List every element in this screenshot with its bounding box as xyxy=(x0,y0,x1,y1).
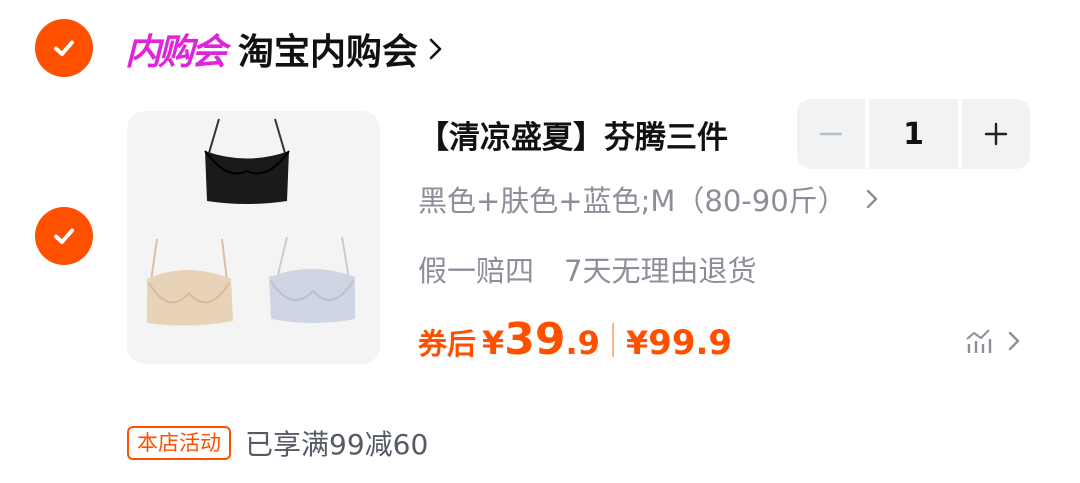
shop-name: 淘宝内购会 xyxy=(238,32,419,73)
original-price-currency: ¥ xyxy=(625,324,649,362)
increase-quantity-button[interactable] xyxy=(962,99,1030,169)
quantity-stepper: 1 xyxy=(797,99,1034,169)
service-tag: 7天无理由退货 xyxy=(564,254,757,288)
price-row: 券后 ¥ 39 .9 ¥ 99.9 xyxy=(418,314,732,365)
plus-icon xyxy=(984,122,1008,146)
sku-selector[interactable]: 黑色+肤色+蓝色;M（80-90斤） xyxy=(418,178,879,220)
price-divider xyxy=(611,322,614,357)
chevron-right-icon xyxy=(866,189,877,209)
blue-bra-image xyxy=(269,236,355,323)
promotion-badge: 本店活动 xyxy=(127,426,231,460)
chevron-right-icon xyxy=(429,38,442,60)
price-currency: ¥ xyxy=(482,324,505,362)
item-select-checkbox[interactable] xyxy=(35,207,93,265)
price-trend-button[interactable] xyxy=(965,327,1021,355)
nude-bra-image xyxy=(147,238,233,326)
minus-icon xyxy=(819,132,843,136)
price-decimal: .9 xyxy=(565,324,600,362)
product-photo xyxy=(147,118,355,326)
shop-logo: 内购会 xyxy=(125,32,227,73)
coupon-price-label: 券后 xyxy=(418,327,477,361)
black-bra-image xyxy=(204,118,290,204)
shop-select-checkbox[interactable] xyxy=(35,19,93,77)
store-promotion[interactable]: 本店活动 已享满99减60 xyxy=(127,423,428,463)
quantity-value[interactable]: 1 xyxy=(869,99,958,169)
original-price: 99.9 xyxy=(648,323,733,363)
price-integer: 39 xyxy=(504,314,566,365)
check-icon xyxy=(54,40,74,56)
service-tag: 假一赔四 xyxy=(418,254,535,288)
chevron-right-icon xyxy=(1008,331,1020,351)
price-trend-icon xyxy=(966,329,992,353)
shop-header-link[interactable]: 内购会 淘宝内购会 xyxy=(125,22,446,76)
promotion-text: 已享满99减60 xyxy=(245,428,429,461)
product-title[interactable]: 【清凉盛夏】芬腾三件 xyxy=(418,112,728,157)
product-image[interactable] xyxy=(127,111,380,364)
sku-text: 黑色+肤色+蓝色;M（80-90斤） xyxy=(418,184,847,218)
check-icon xyxy=(54,228,74,244)
service-guarantees: 假一赔四 7天无理由退货 xyxy=(418,248,756,290)
decrease-quantity-button[interactable] xyxy=(797,99,865,169)
